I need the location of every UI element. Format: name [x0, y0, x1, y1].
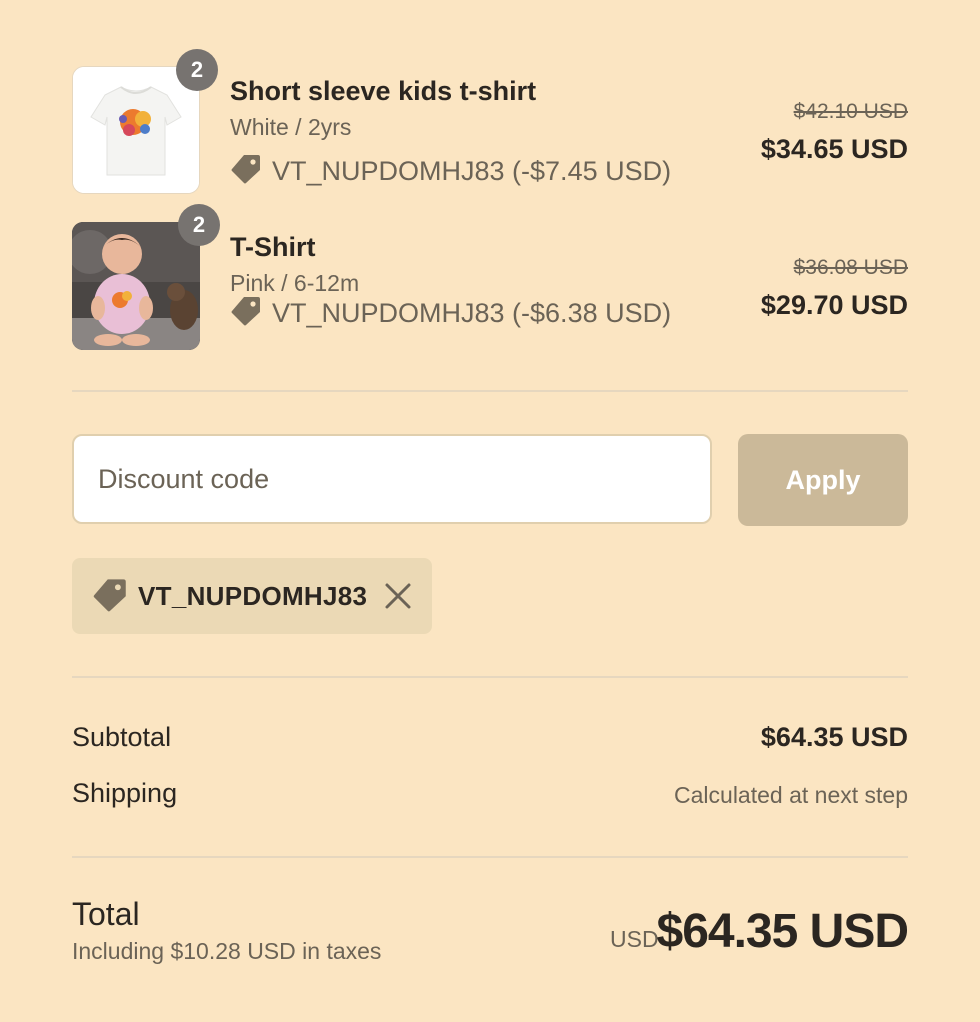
tag-icon: [92, 576, 128, 617]
shipping-value: Calculated at next step: [674, 782, 908, 808]
applied-code-label: VT_NUPDOMHJ83: [138, 580, 368, 611]
discounted-price: $34.65 USD: [760, 134, 908, 164]
apply-button[interactable]: Apply: [738, 434, 908, 526]
quantity-badge: 2: [178, 204, 220, 246]
subtotal-label: Subtotal: [72, 722, 172, 752]
item-variant: White / 2yrs: [230, 114, 352, 140]
divider: [72, 676, 908, 678]
item-discount-text: VT_NUPDOMHJ83 (-$6.38 USD): [272, 298, 672, 328]
shipping-label: Shipping: [72, 778, 178, 808]
original-price: $42.10 USD: [793, 100, 908, 123]
tag-icon: [230, 152, 262, 191]
product-image-tshirt: 2: [72, 49, 218, 194]
item-discount: VT_NUPDOMHJ83 (-$6.38 USD): [230, 294, 671, 333]
item-title: T-Shirt: [230, 232, 316, 262]
item-variant: Pink / 6-12m: [230, 270, 360, 296]
discounted-price: $29.70 USD: [760, 290, 908, 320]
total-value: $64.35 USD: [656, 905, 909, 958]
subtotal-value: $64.35 USD: [760, 722, 908, 752]
divider: [72, 390, 908, 392]
product-image-baby: 2: [72, 204, 220, 350]
discount-code-input[interactable]: [72, 434, 712, 524]
tax-note: Including $10.28 USD in taxes: [72, 938, 382, 964]
item-discount-text: VT_NUPDOMHJ83 (-$7.45 USD): [272, 156, 672, 186]
tag-icon: [230, 294, 262, 333]
applied-discount-chip: VT_NUPDOMHJ83: [72, 558, 432, 634]
total-label: Total: [72, 896, 140, 932]
original-price: $36.08 USD: [793, 256, 908, 279]
divider: [72, 856, 908, 858]
item-title: Short sleeve kids t-shirt: [230, 76, 537, 106]
currency-code: USD: [610, 926, 659, 952]
line-item: 2 T-Shirt Pink / 6-12m VT_NUPDOMHJ83 (-$…: [72, 204, 908, 350]
line-item: 2 Short sleeve kids t-shirt White / 2yrs…: [72, 49, 908, 194]
close-icon[interactable]: [380, 578, 416, 614]
item-discount: VT_NUPDOMHJ83 (-$7.45 USD): [230, 152, 671, 191]
quantity-badge: 2: [176, 49, 218, 91]
